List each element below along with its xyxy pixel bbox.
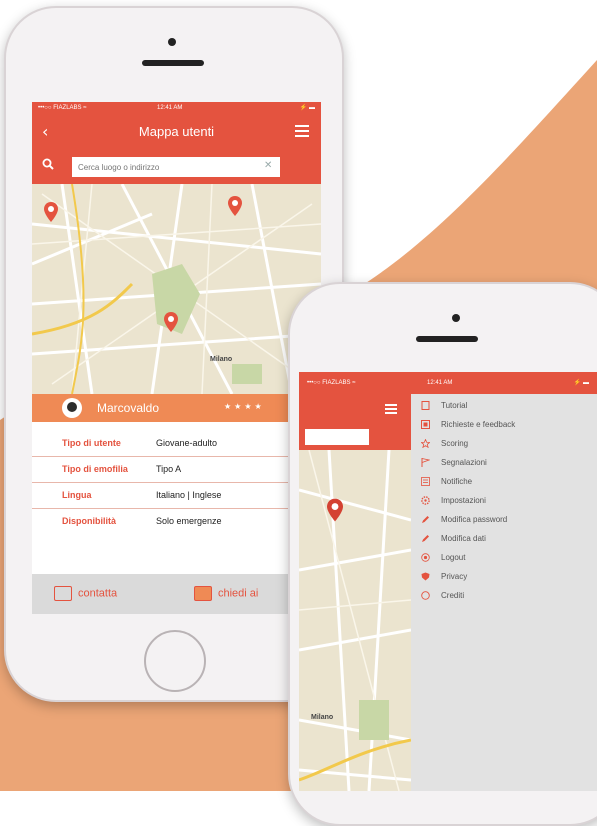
clock: 12:41 AM	[157, 105, 183, 111]
clear-icon[interactable]: ✕	[264, 160, 272, 171]
menu-item-label: Modifica dati	[441, 534, 486, 543]
ask-button[interactable]: chiedi ai	[194, 586, 258, 601]
menu-item-label: Modifica password	[441, 515, 508, 524]
info-key: Tipo di utente	[62, 438, 121, 448]
document-icon	[421, 401, 430, 410]
carrier-label: •••○○ FIAZLABS ≈	[307, 380, 356, 386]
camera-dot	[168, 38, 176, 46]
info-key: Disponibilità	[62, 516, 116, 526]
user-summary[interactable]: Marcovaldo ★★★★	[32, 394, 321, 422]
search-bar	[299, 424, 411, 450]
map-pin-icon[interactable]	[228, 196, 242, 216]
map-streets	[299, 450, 411, 791]
search-input[interactable]	[305, 429, 369, 445]
chat-icon	[54, 586, 72, 601]
city-label: Milano	[210, 356, 233, 363]
map-view[interactable]: Milano	[32, 184, 321, 394]
city-label: Milano	[311, 714, 334, 721]
clock: 12:41 AM	[427, 380, 453, 386]
app-header	[299, 394, 411, 424]
map-pin-icon[interactable]	[164, 312, 178, 332]
menu-item-label: Richieste e feedback	[441, 420, 516, 429]
map-streets	[32, 184, 321, 394]
info-value: Giovane-adulto	[156, 438, 218, 448]
info-value: Italiano | Inglese	[156, 490, 222, 500]
hamburger-icon[interactable]	[295, 125, 309, 137]
search-bar: ✕	[32, 150, 321, 184]
pencil-icon	[422, 535, 429, 542]
pencil-icon	[422, 516, 429, 523]
shield-icon	[421, 572, 430, 581]
speaker-slot	[142, 60, 204, 66]
info-value: Solo emergenze	[156, 516, 222, 526]
search-icon[interactable]	[42, 158, 54, 170]
info-row: Tipo di utente Giovane-adulto	[32, 430, 321, 457]
action-bar: contatta chiedi ai	[32, 574, 321, 614]
menu-item-label: Tutorial	[441, 401, 468, 410]
app-header: ‹ Mappa utenti	[32, 114, 321, 150]
contact-button[interactable]: contatta	[54, 586, 117, 601]
map-view[interactable]: Milano	[299, 450, 411, 791]
flag-icon	[421, 458, 430, 467]
user-name: Marcovaldo	[97, 401, 160, 415]
screen-menu: •••○○ FIAZLABS ≈ 12:41 AM ⚡ ▬ Milano Tut…	[299, 372, 597, 791]
star-icon	[421, 439, 430, 448]
menu-item-label: Logout	[441, 553, 466, 562]
info-row: Tipo di emofilia Tipo A	[32, 456, 321, 483]
info-icon	[421, 591, 430, 600]
rating-stars: ★★★★	[224, 402, 265, 411]
battery-icon: ⚡ ▬	[299, 105, 315, 111]
search-input[interactable]	[72, 157, 280, 177]
map-pin-icon[interactable]	[327, 498, 343, 522]
page-title: Mappa utenti	[138, 124, 215, 139]
battery-icon: ⚡ ▬	[573, 380, 589, 386]
menu-item-label: Scoring	[441, 439, 469, 448]
gear-icon	[421, 496, 430, 505]
side-menu: Tutorial Richieste e feedback Scoring Se…	[411, 394, 597, 791]
menu-item-label: Privacy	[441, 572, 468, 581]
menu-item-label: Crediti	[441, 591, 465, 600]
menu-item-label: Impostazioni	[441, 496, 486, 505]
logout-icon	[421, 553, 430, 562]
ask-label: chiedi ai	[218, 587, 259, 600]
info-value: Tipo A	[156, 464, 182, 474]
status-bar: •••○○ FIAZLABS ≈ 12:41 AM ⚡ ▬	[299, 372, 597, 394]
map-pin-icon[interactable]	[44, 202, 58, 222]
home-button[interactable]	[144, 630, 206, 692]
feedback-icon	[421, 420, 430, 429]
info-key: Tipo di emofilia	[62, 464, 128, 474]
speaker-slot	[416, 336, 478, 342]
info-row: Disponibilità Solo emergenze	[32, 508, 321, 534]
bell-icon	[421, 477, 430, 486]
info-row: Lingua Italiano | Inglese	[32, 482, 321, 509]
camera-dot	[452, 314, 460, 322]
screen-user-map: •••○○ FIAZLABS ≈ 12:41 AM ⚡ ▬ ‹ Mappa ut…	[32, 102, 321, 614]
carrier-label: •••○○ FIAZLABS ≈	[38, 105, 87, 111]
info-key: Lingua	[62, 490, 92, 500]
hamburger-icon[interactable]	[385, 404, 397, 414]
status-bar: •••○○ FIAZLABS ≈ 12:41 AM ⚡ ▬	[32, 102, 321, 114]
menu-item-label: Notifiche	[441, 477, 473, 486]
briefcase-icon	[194, 586, 212, 601]
avatar	[62, 398, 82, 418]
menu-item-label: Segnalazioni	[441, 458, 487, 467]
contact-label: contatta	[78, 587, 118, 600]
